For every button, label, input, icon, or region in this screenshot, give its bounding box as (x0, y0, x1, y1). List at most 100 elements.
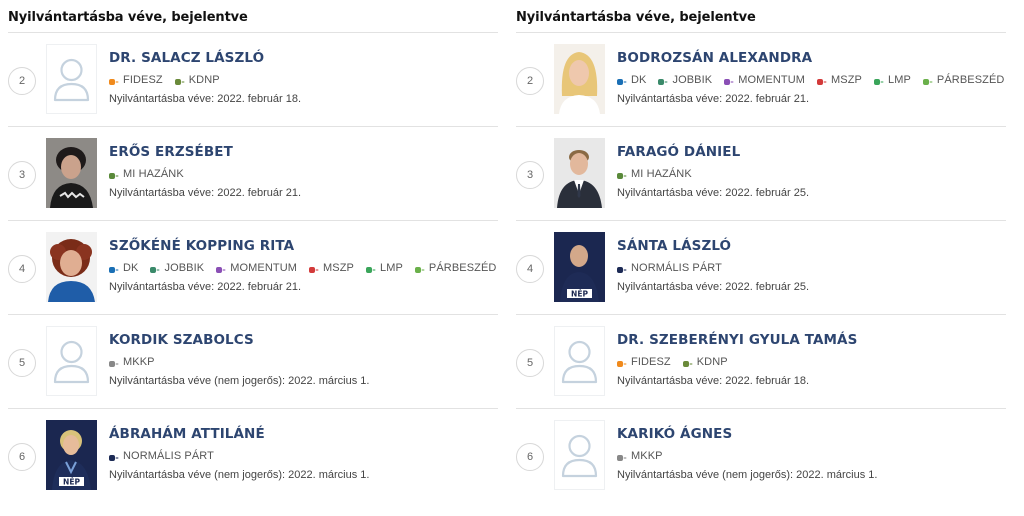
candidate-name-link[interactable]: FARAGÓ DÁNIEL (617, 144, 1006, 160)
party-label: MKKP (123, 356, 155, 368)
party-list: FIDESZ KDNP (617, 355, 1006, 369)
party-label: MI HAZÁNK (631, 168, 692, 180)
party-label: MOMENTUM (230, 262, 298, 274)
candidate-item[interactable]: 3 ERŐS ERZSÉBET MI HAZÁNK Nyilvántartásba v… (8, 127, 498, 221)
registration-status: Nyilvántartásba véve: 2022. február 25. (617, 281, 810, 293)
candidate-photo[interactable] (554, 44, 605, 114)
party-list: MI HAZÁNK (617, 167, 1006, 181)
column-right: Nyilvántartásba véve, bejelentve 2 BODROZ… (516, 0, 1006, 502)
registration-status: Nyilvántartásba véve: 2022. február 18. (109, 93, 302, 105)
avatar-placeholder-icon[interactable] (46, 44, 97, 114)
party-dk: DK (109, 262, 138, 274)
party-logo-icon (617, 171, 627, 179)
candidate-name-link[interactable]: SÁNTA LÁSZLÓ (617, 238, 1006, 254)
party-list: MKKP (109, 355, 498, 369)
candidate-name-link[interactable]: KORDIK SZABOLCS (109, 332, 498, 348)
avatar-placeholder-icon[interactable] (554, 326, 605, 396)
candidate-info: ERŐS ERZSÉBET MI HAZÁNK Nyilvántartásba vé… (109, 144, 498, 199)
party-parbeszed: PÁRBESZÉD (922, 74, 1005, 86)
candidate-name-link[interactable]: ERŐS ERZSÉBET (109, 144, 498, 160)
ballot-number-badge: 3 (516, 161, 544, 189)
candidate-info: KARIKÓ ÁGNES MKKP Nyilvántartásba véve (ne… (617, 426, 1006, 481)
candidate-name-link[interactable]: ÁBRAHÁM ATTILÁNÉ (109, 426, 498, 442)
candidate-item[interactable]: 6 NÉP ÁBRAHÁM ATTILÁNÉ NORMÁLIS PÁRT Nyilván… (8, 409, 498, 502)
party-list: MI HAZÁNK (109, 167, 498, 181)
party-logo-icon (414, 265, 425, 273)
avatar-placeholder-icon[interactable] (46, 326, 97, 396)
party-logo-icon (109, 171, 119, 179)
party-logo-icon (682, 359, 693, 367)
candidate-item[interactable]: 6 KARIKÓ ÁGNES MKKP Nyilvántartásba véve (n… (516, 409, 1006, 502)
section-title: Nyilvántartásba véve, bejelentve (8, 0, 498, 33)
candidate-info: DR. SZEBERÉNYI GYULA TAMÁS FIDESZ KDNP Nyil… (617, 332, 1006, 387)
candidate-photo[interactable] (46, 232, 97, 302)
party-label: LMP (379, 262, 403, 274)
party-label: JOBBIK (672, 74, 713, 86)
candidate-item[interactable]: 2 DR. SALACZ LÁSZLÓ FIDESZ KDNP Nyilvántartá… (8, 33, 498, 127)
party-label: DK (123, 262, 139, 274)
ballot-number-badge: 3 (8, 161, 36, 189)
candidate-photo[interactable] (46, 138, 97, 208)
candidate-item[interactable]: 4 SZŐKÉNÉ KOPPING RITA DK JOBBIK MOMENTUM MSZ… (8, 221, 498, 315)
registration-status: Nyilvántartásba véve: 2022. február 21. (617, 93, 810, 105)
party-label: FIDESZ (123, 74, 163, 86)
ballot-number-badge: 4 (516, 255, 544, 283)
party-logo-icon (109, 77, 119, 85)
party-logo-icon (817, 77, 827, 85)
party-label: DK (631, 74, 647, 86)
candidate-info: KORDIK SZABOLCS MKKP Nyilvántartásba véve … (109, 332, 498, 387)
party-label: MSZP (831, 74, 862, 86)
candidate-item[interactable]: 5 DR. SZEBERÉNYI GYULA TAMÁS FIDESZ KDNP Nyi… (516, 315, 1006, 409)
candidate-name-link[interactable]: DR. SZEBERÉNYI GYULA TAMÁS (617, 332, 1006, 348)
candidate-item[interactable]: 3 FARAGÓ DÁNIEL MI HAZÁNK Nyilvántartásba v… (516, 127, 1006, 221)
party-logo-icon (617, 265, 627, 273)
party-logo-icon (724, 77, 734, 85)
party-label: NORMÁLIS PÁRT (631, 262, 722, 274)
party-list: MKKP (617, 449, 1006, 463)
candidate-name-link[interactable]: KARIKÓ ÁGNES (617, 426, 1006, 442)
party-logo-icon (658, 77, 668, 85)
party-list: DK JOBBIK MOMENTUM MSZP LMP PÁRBESZÉD (617, 73, 1006, 87)
candidate-info: SZŐKÉNÉ KOPPING RITA DK JOBBIK MOMENTUM MSZP… (109, 238, 498, 293)
party-label: NORMÁLIS PÁRT (123, 450, 214, 462)
candidate-name-link[interactable]: DR. SALACZ LÁSZLÓ (109, 50, 498, 66)
party-logo-icon (309, 265, 319, 273)
party-label: MI HAZÁNK (123, 168, 184, 180)
registration-status: Nyilvántartásba véve (nem jogerős): 2022… (109, 469, 370, 481)
candidate-name-link[interactable]: BODROZSÁN ALEXANDRA (617, 50, 1006, 66)
party-label: JOBBIK (164, 262, 205, 274)
candidate-photo[interactable] (554, 138, 605, 208)
party-logo-icon (109, 359, 119, 367)
party-mi-hazank: MI HAZÁNK (617, 168, 692, 180)
party-label: KDNP (696, 356, 728, 368)
candidate-list: 2 DR. SALACZ LÁSZLÓ FIDESZ KDNP Nyilvántartá… (8, 33, 498, 502)
party-momentum: MOMENTUM (216, 262, 297, 274)
registration-status: Nyilvántartásba véve (nem jogerős): 2022… (109, 375, 370, 387)
party-logo-icon (922, 77, 933, 85)
party-lmp: LMP (365, 262, 403, 274)
party-logo-icon (109, 453, 119, 461)
candidate-info: SÁNTA LÁSZLÓ NORMÁLIS PÁRT Nyilvántartásba… (617, 238, 1006, 293)
candidate-photo[interactable]: NÉP (554, 232, 605, 302)
section-title: Nyilvántartásba véve, bejelentve (516, 0, 1006, 33)
candidate-item[interactable]: 4 NÉP SÁNTA LÁSZLÓ NORMÁLIS PÁRT Nyilvántart… (516, 221, 1006, 315)
svg-text:NÉP: NÉP (571, 290, 588, 299)
avatar-placeholder-icon[interactable] (554, 420, 605, 490)
party-mszp: MSZP (817, 74, 862, 86)
candidate-info: DR. SALACZ LÁSZLÓ FIDESZ KDNP Nyilvántartás… (109, 50, 498, 105)
party-logo-icon (617, 359, 627, 367)
candidate-list: 2 BODROZSÁN ALEXANDRA DK JOBBIK MOMENTUM MSZP… (516, 33, 1006, 502)
candidate-item[interactable]: 5 KORDIK SZABOLCS MKKP Nyilvántartásba véve… (8, 315, 498, 409)
ballot-number-badge: 4 (8, 255, 36, 283)
candidate-item[interactable]: 2 BODROZSÁN ALEXANDRA DK JOBBIK MOMENTUM MSZP… (516, 33, 1006, 127)
party-momentum: MOMENTUM (724, 74, 805, 86)
candidate-photo[interactable]: NÉP (46, 420, 97, 490)
party-label: KDNP (188, 74, 220, 86)
party-list: NORMÁLIS PÁRT (617, 261, 1006, 275)
party-logo-icon (365, 265, 376, 273)
party-label: MOMENTUM (738, 74, 806, 86)
candidate-name-link[interactable]: SZŐKÉNÉ KOPPING RITA (109, 238, 498, 254)
ballot-number-badge: 6 (516, 443, 544, 471)
party-mszp: MSZP (309, 262, 354, 274)
party-label: MSZP (323, 262, 354, 274)
